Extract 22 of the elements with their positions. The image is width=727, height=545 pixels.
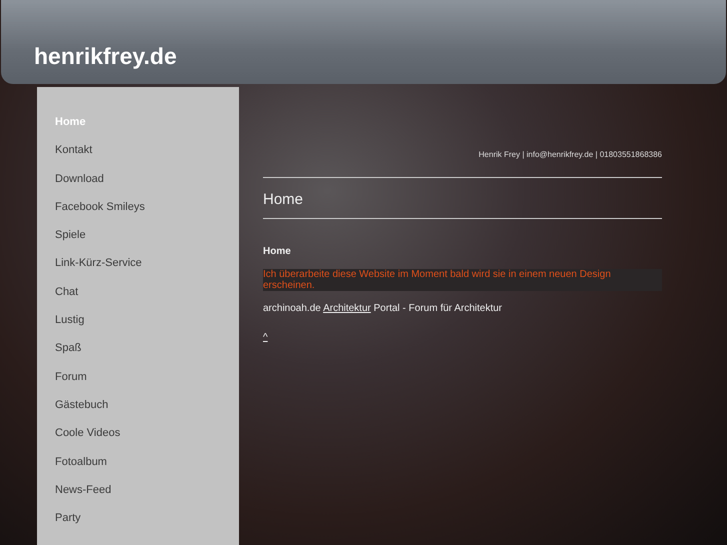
nav-link[interactable]: Spiele — [37, 226, 239, 254]
links-paragraph: archinoah.de Architektur Portal - Forum für Architektur — [263, 303, 504, 314]
nav-link[interactable]: Party — [37, 509, 239, 538]
nav-link[interactable]: Spaß — [37, 339, 239, 368]
contact-info: Henrik Frey | info@henrikfrey.de | 01803551868386 — [478, 150, 662, 159]
page-heading: Home — [263, 190, 304, 210]
content-subheading: Home — [263, 246, 292, 257]
nav-link[interactable]: Link-Kürz-Service — [37, 254, 239, 283]
architektur-link[interactable]: Architektur — [323, 303, 371, 314]
back-to-top-link[interactable]: ^ — [263, 332, 268, 343]
nav-link[interactable]: Forum — [37, 368, 239, 396]
nav-link[interactable]: Lustig — [37, 311, 239, 340]
nav-link[interactable]: Gästebuch — [37, 396, 239, 424]
nav-link[interactable]: Kontakt — [37, 141, 239, 170]
nav-link[interactable]: Chat — [37, 282, 239, 312]
site-title: henrikfrey.de — [34, 42, 177, 70]
notice-text: Ich überarbeite diese Website im Moment bald wird sie in einem neuen Design erscheinen. — [263, 269, 662, 291]
nav-link[interactable]: News-Feed — [37, 480, 239, 510]
nav-link[interactable]: Fotoalbum — [37, 452, 239, 481]
nav-link[interactable]: Coole Videos — [37, 424, 239, 453]
nav-link[interactable]: Download — [37, 170, 239, 198]
nav-link[interactable]: Facebook Smileys — [37, 198, 239, 226]
